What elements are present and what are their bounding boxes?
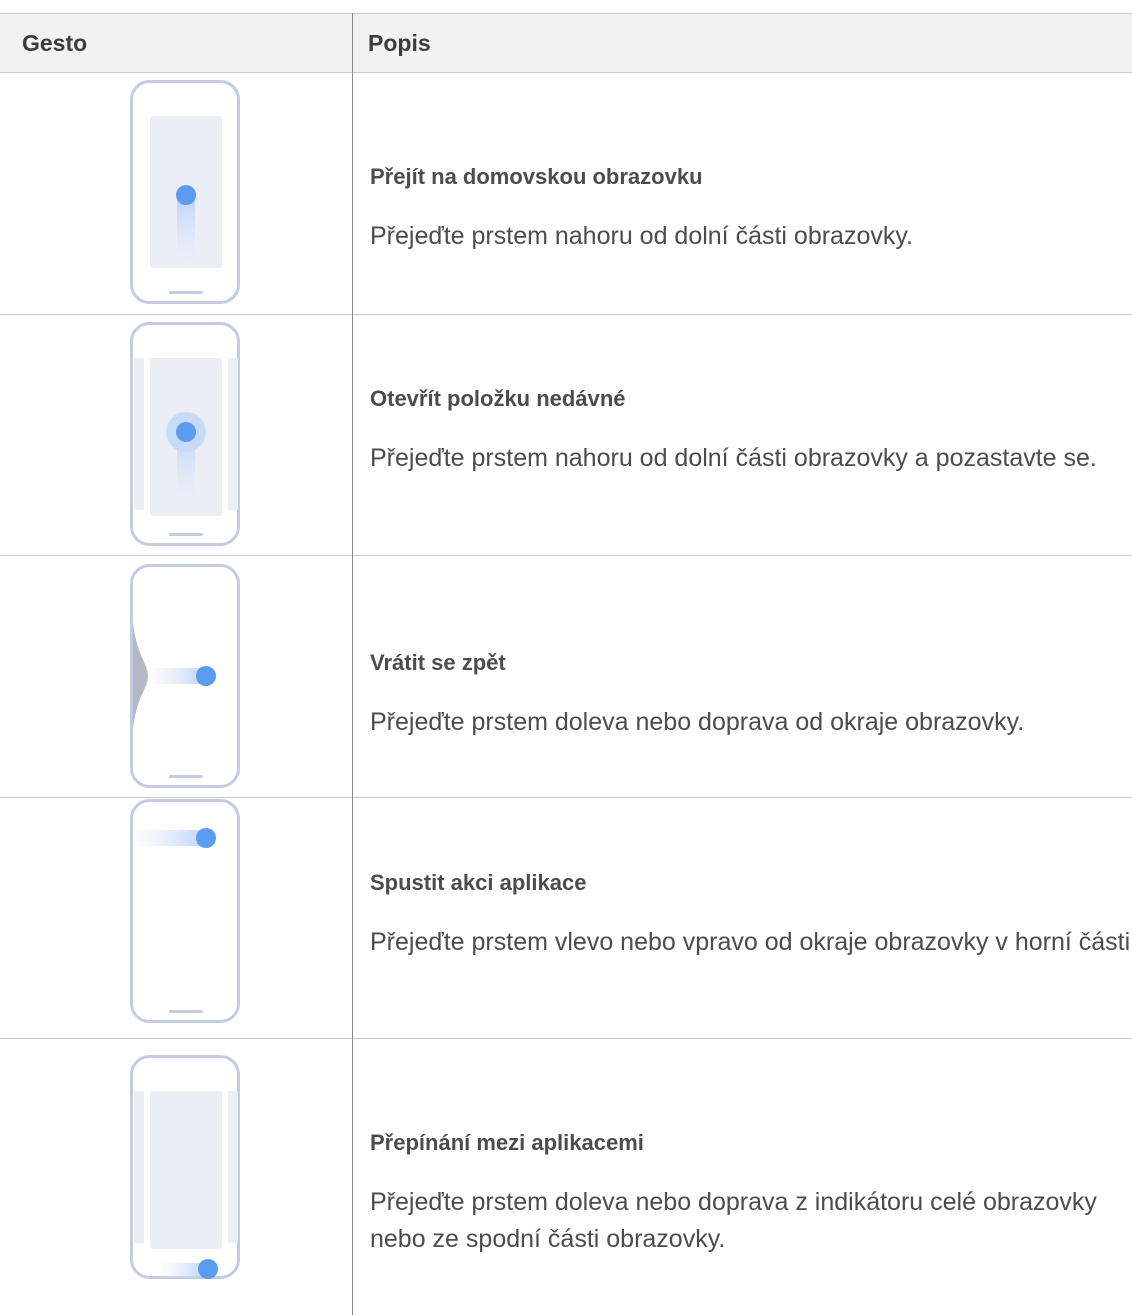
gesture-description: Přejeďte prstem doleva nebo doprava z in… <box>370 1188 1097 1253</box>
swipe-bottom-switch-apps-gesture-icon <box>130 1055 240 1279</box>
column-divider <box>352 13 353 1315</box>
header-divider <box>0 72 1132 73</box>
swipe-top-side-app-action-gesture-icon <box>130 799 240 1023</box>
gesture-title: Vrátit se zpět <box>370 650 506 675</box>
gesture-description: Přejeďte prstem nahoru od dolní části ob… <box>370 444 1097 472</box>
row-divider-3 <box>0 797 1132 798</box>
gesture-description: Přejeďte prstem vlevo nebo vpravo od okr… <box>370 928 1132 956</box>
header-description: Popis <box>368 30 431 56</box>
table-header <box>0 14 1132 72</box>
row-divider-1 <box>0 314 1132 315</box>
gesture-title: Přepínání mezi aplikacemi <box>370 1130 644 1155</box>
gesture-description: Přejeďte prstem doleva nebo doprava od o… <box>370 708 1025 736</box>
swipe-side-back-gesture-icon <box>130 564 240 788</box>
gesture-title: Přejít na domovskou obrazovku <box>370 164 703 189</box>
gesture-title: Otevřít položku nedávné <box>370 386 626 411</box>
row-divider-2 <box>0 555 1132 556</box>
swipe-up-home-gesture-icon <box>130 80 240 304</box>
header-gesture: Gesto <box>22 30 88 56</box>
gesture-description: Přejeďte prstem nahoru od dolní části ob… <box>370 222 913 250</box>
gesture-title: Spustit akci aplikace <box>370 870 587 895</box>
row-divider-4 <box>0 1038 1132 1039</box>
swipe-up-hold-recents-gesture-icon <box>130 322 240 546</box>
